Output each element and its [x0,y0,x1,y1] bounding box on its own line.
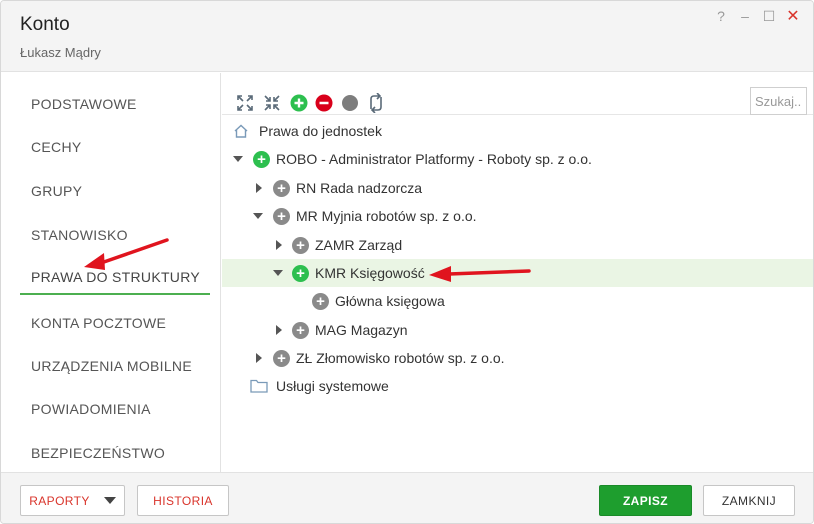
nav-item-konta-pocztowe[interactable]: KONTA POCZTOWE [20,305,210,341]
dialog-subtitle: Łukasz Mądry [20,45,101,60]
tree-node-label[interactable]: ZŁ Złomowisko robotów sp. z o.o. [296,350,505,366]
inherited-permission-icon[interactable]: + [273,208,290,225]
reports-button-label: RAPORTY [29,493,90,508]
tree-node-kmr: + KMR Księgowość [222,259,813,287]
tree-node-label[interactable]: MAG Magazyn [315,322,408,338]
tree-node-label[interactable]: Główna księgowa [335,293,445,309]
nav-item-cechy[interactable]: CECHY [20,129,210,165]
tree-node-label[interactable]: MR Myjnia robotów sp. z o.o. [296,208,477,224]
inherited-permission-icon[interactable]: + [312,293,329,310]
refresh-icon[interactable] [366,93,386,113]
account-dialog: Konto Łukasz Mądry ? – ☐ ✕ PODSTAWOWE CE… [0,0,814,524]
expanded-arrow-icon[interactable] [273,268,283,278]
collapsed-arrow-icon[interactable] [274,325,284,335]
history-button[interactable]: HISTORIA [137,485,229,516]
caret-down-icon [103,497,116,504]
structure-panel: Prawa do jednostek + ROBO - Administrato… [222,73,813,472]
granted-permission-icon[interactable]: + [253,151,270,168]
tree-node-rn: + RN Rada nadzorcza [222,174,813,202]
tree-node-zamr: + ZAMR Zarząd [222,231,813,259]
nav-item-grupy[interactable]: GRUPY [20,173,210,209]
add-permission-icon[interactable] [289,93,309,113]
tree-search-input[interactable] [750,87,807,115]
tree-node-mag: + MAG Magazyn [222,316,813,344]
dialog-title: Konto [20,14,70,35]
tree-toolbar [222,73,813,115]
granted-permission-icon[interactable]: + [292,265,309,282]
collapsed-arrow-icon[interactable] [254,353,264,363]
help-button[interactable]: ? [709,6,733,26]
tree-node-label[interactable]: KMR Księgowość [315,265,425,281]
tree-node-label[interactable]: ZAMR Zarząd [315,237,402,253]
neutral-permission-icon[interactable] [340,93,360,113]
expanded-arrow-icon[interactable] [233,154,243,164]
nav-item-bezpieczenstwo[interactable]: BEZPIECZEŃSTWO [20,435,210,471]
tree-node-glowna-ksiegowa: + Główna księgowa [222,287,813,315]
nav-item-podstawowe[interactable]: PODSTAWOWE [20,86,210,122]
expand-all-icon[interactable] [235,93,255,113]
tree-node-robo: + ROBO - Administrator Platformy - Robot… [222,145,813,173]
save-button[interactable]: ZAPISZ [599,485,692,516]
nav-item-urzadzenia-mobilne[interactable]: URZĄDZENIA MOBILNE [20,348,210,384]
sidebar-nav: PODSTAWOWE CECHY GRUPY STANOWISKO PRAWA … [1,73,221,472]
tree-system-row: Usługi systemowe [222,372,813,400]
minimize-button[interactable]: – [733,6,757,26]
collapsed-arrow-icon[interactable] [274,240,284,250]
dialog-footer: RAPORTY HISTORIA ZAPISZ ZAMKNIJ [1,472,813,523]
collapsed-arrow-icon[interactable] [254,183,264,193]
home-icon [234,124,248,138]
collapse-all-icon[interactable] [262,93,282,113]
tree-node-mr: + MR Myjnia robotów sp. z o.o. [222,202,813,230]
nav-item-prawa-do-struktury[interactable]: PRAWA DO STRUKTURY [20,259,210,295]
folder-icon [250,379,268,393]
nav-item-powiadomienia[interactable]: POWIADOMIENIA [20,391,210,427]
tree-root-row: Prawa do jednostek [222,117,813,145]
tree-system-label[interactable]: Usługi systemowe [276,378,389,394]
inherited-permission-icon[interactable]: + [273,180,290,197]
tree-node-zl: + ZŁ Złomowisko robotów sp. z o.o. [222,344,813,372]
expanded-arrow-icon[interactable] [253,211,263,221]
dialog-header: Konto Łukasz Mądry ? – ☐ ✕ [1,1,813,72]
remove-permission-icon[interactable] [314,93,334,113]
tree-node-label[interactable]: RN Rada nadzorcza [296,180,422,196]
reports-dropdown-button[interactable]: RAPORTY [20,485,125,516]
window-controls: ? – ☐ ✕ [709,6,805,26]
inherited-permission-icon[interactable]: + [273,350,290,367]
tree-node-label[interactable]: ROBO - Administrator Platformy - Roboty … [276,151,592,167]
inherited-permission-icon[interactable]: + [292,322,309,339]
maximize-button[interactable]: ☐ [757,6,781,26]
close-window-button[interactable]: ✕ [781,6,805,26]
tree-root-label[interactable]: Prawa do jednostek [259,123,382,139]
close-button[interactable]: ZAMKNIJ [703,485,795,516]
nav-item-stanowisko[interactable]: STANOWISKO [20,217,210,253]
inherited-permission-icon[interactable]: + [292,237,309,254]
